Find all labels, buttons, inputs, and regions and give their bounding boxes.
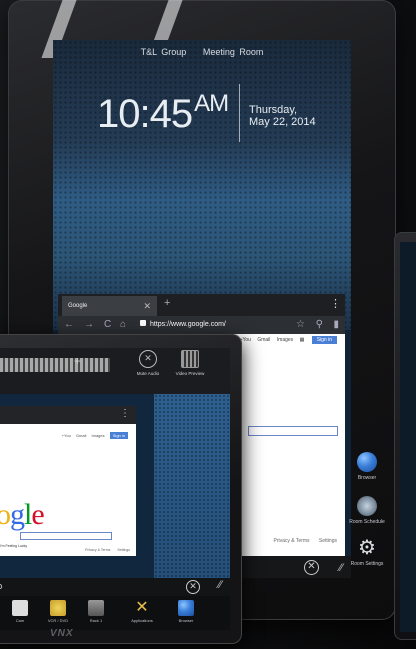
rack-icon — [88, 600, 104, 616]
lock-icon — [140, 320, 146, 326]
menu-dots-icon[interactable]: ⋮ — [120, 408, 130, 419]
dock-rack[interactable]: Rack 1 — [80, 600, 112, 623]
small-screen: + ✕ Mute Audio Video Preview ⋮ +You Gmai… — [0, 348, 230, 630]
dock-cam-label: Cam — [15, 618, 25, 623]
video-preview-button[interactable]: Video Preview — [168, 350, 212, 376]
clock-ampm: AM — [194, 90, 229, 117]
clock-divider — [239, 84, 240, 142]
feeling-lucky-button[interactable]: I'm Feeling Lucky — [0, 544, 27, 548]
close-circle-icon: ✕ — [139, 350, 157, 368]
new-tab-icon[interactable]: + — [164, 297, 170, 309]
forward-icon[interactable]: → — [84, 316, 94, 334]
small-topbar: + ✕ Mute Audio Video Preview — [0, 348, 230, 394]
search-input[interactable] — [248, 426, 338, 436]
small-link-plus-you[interactable]: +You — [62, 433, 71, 438]
menu-dots-icon[interactable]: ⋮ — [330, 297, 341, 310]
dock-rack-label: Rack 1 — [89, 618, 103, 623]
small-search-input[interactable] — [20, 532, 112, 540]
small-sign-in-button[interactable]: Sign in — [109, 432, 128, 439]
close-tab-icon[interactable]: ✕ — [143, 296, 151, 316]
title-bar: T&L Group Meeting Room — [53, 44, 351, 60]
small-browser-header: ⋮ — [0, 406, 136, 424]
room-name: Meeting Room — [202, 47, 264, 57]
small-taskbar-handle[interactable]: ⊃ — [0, 580, 3, 593]
compass-icon — [357, 496, 377, 516]
small-google-footer: Privacy & Terms Settings — [79, 548, 130, 552]
small-google-links: +You Gmail Images Sign in — [58, 432, 128, 439]
camera-icon — [12, 600, 28, 616]
tools-icon: ✕ — [135, 599, 149, 616]
disc-icon — [50, 600, 66, 616]
url-text: https://www.google.com/ — [150, 321, 226, 328]
wallpaper — [53, 40, 351, 330]
reload-icon[interactable]: C — [104, 316, 111, 334]
video-preview-label: Video Preview — [175, 371, 205, 376]
google-footer: Privacy & Terms Settings — [266, 538, 338, 544]
dock-schedule-label: Room Schedule — [349, 519, 385, 525]
gear-icon: ⚙ — [358, 537, 376, 559]
google-links: +You Gmail Images ▦ Sign in — [235, 336, 337, 344]
small-link-gmail[interactable]: Gmail — [76, 433, 86, 438]
bookmark-icon[interactable]: ▮ — [333, 316, 339, 334]
scene: T&L Group Meeting Room 10:45AM Thursday,… — [0, 0, 416, 649]
right-tablet-screen — [400, 242, 416, 632]
small-taskbar: ⊃ ✕ ⁄⁄ — [0, 578, 230, 596]
resize-handle-icon[interactable]: ⁄⁄ — [339, 562, 343, 574]
home-icon[interactable]: ⌂ — [120, 316, 126, 334]
browser-tabstrip: Google ✕ + ⋮ — [58, 294, 345, 316]
star-icon[interactable]: ☆ — [296, 316, 305, 334]
clock-full-date: May 22, 2014 — [249, 116, 316, 128]
small-wallpaper — [154, 394, 230, 584]
browser-toolbar: ← → C ⌂ https://www.google.com/ ☆ ⚲ ▮ — [58, 316, 345, 334]
apps-grid-icon[interactable]: ▦ — [300, 337, 305, 343]
clock-date: Thursday, May 22, 2014 — [249, 104, 316, 128]
browser-tab-title: Google — [68, 303, 88, 309]
search-icon[interactable]: ⚲ — [316, 316, 323, 334]
dock-room-settings[interactable]: ⚙ Room Settings — [344, 538, 390, 567]
clock-time: 10:45AM — [97, 90, 229, 136]
settings-link[interactable]: Settings — [319, 538, 337, 544]
globe-icon — [178, 600, 194, 616]
dock-vcr-label: VCR / DVD — [47, 618, 69, 623]
globe-icon — [357, 452, 377, 472]
clock-weekday: Thursday, — [249, 104, 298, 116]
small-browser-window[interactable]: ⋮ +You Gmail Images Sign in ogle I'm Fee… — [0, 406, 136, 556]
dock-browser-label: Browser — [357, 475, 377, 481]
small-link-images[interactable]: Images — [92, 433, 105, 438]
small-resize-handle-icon[interactable]: ⁄⁄ — [218, 579, 222, 591]
google-logo: ogle — [0, 498, 45, 531]
link-gmail[interactable]: Gmail — [257, 337, 270, 343]
small-dock: Cam VCR / DVD Rack 1 ✕ Applications Brow… — [0, 596, 230, 630]
add-icon[interactable]: + — [74, 354, 81, 368]
small-settings-link[interactable]: Settings — [117, 548, 130, 552]
dock-small-browser[interactable]: Browser — [170, 600, 202, 623]
small-tablet: + ✕ Mute Audio Video Preview ⋮ +You Gmai… — [0, 334, 242, 644]
brand-logo: VNX — [50, 628, 74, 639]
source-strip — [0, 358, 110, 372]
close-window-icon[interactable]: ✕ — [304, 560, 319, 575]
link-images[interactable]: Images — [277, 337, 293, 343]
small-privacy-link[interactable]: Privacy & Terms — [85, 548, 110, 552]
org-name: T&L Group — [140, 47, 187, 57]
small-close-window-icon[interactable]: ✕ — [186, 580, 200, 594]
dock-applications[interactable]: ✕ Applications — [126, 599, 158, 624]
dock-settings-label: Room Settings — [350, 561, 384, 567]
privacy-link[interactable]: Privacy & Terms — [274, 538, 310, 544]
dock-room-schedule[interactable]: Room Schedule — [344, 496, 390, 525]
dock-vcr[interactable]: VCR / DVD — [42, 600, 74, 623]
dock-small-browser-label: Browser — [178, 618, 194, 623]
dock-applications-label: Applications — [131, 618, 153, 623]
browser-tab[interactable]: Google ✕ — [62, 296, 157, 316]
url-bar[interactable]: https://www.google.com/ — [140, 318, 226, 332]
mute-audio-button[interactable]: ✕ Mute Audio — [126, 350, 170, 376]
film-icon — [181, 350, 199, 368]
right-tablet — [394, 232, 416, 640]
back-icon[interactable]: ← — [64, 316, 74, 334]
sign-in-button[interactable]: Sign in — [311, 336, 337, 344]
dock-cam[interactable]: Cam — [4, 600, 36, 623]
dock-browser[interactable]: Browser — [344, 452, 390, 481]
mute-audio-label: Mute Audio — [136, 371, 160, 376]
